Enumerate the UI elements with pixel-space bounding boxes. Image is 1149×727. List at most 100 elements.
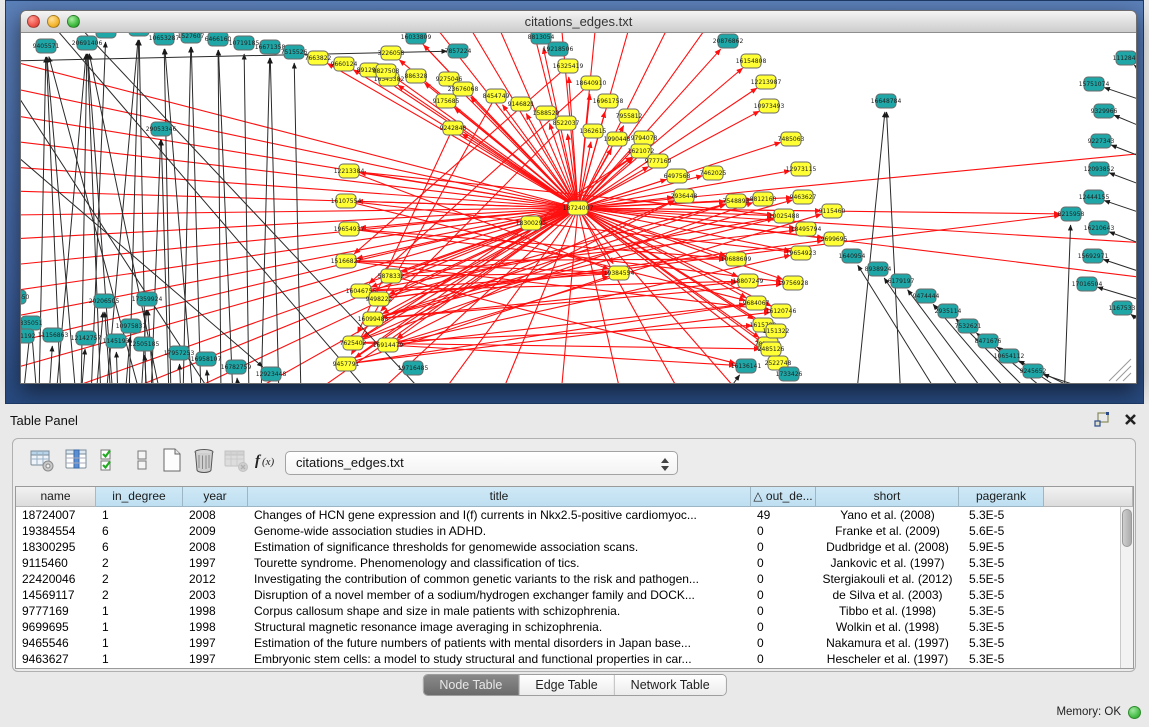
graph-node[interactable]: 12973115 [786,162,817,176]
graph-node[interactable]: 1527607 [178,33,205,43]
black-edge[interactable] [183,47,191,383]
black-edge[interactable] [1111,145,1136,159]
graph-node[interactable]: 9794078 [631,131,658,145]
graph-node[interactable]: 2520650 [21,290,30,304]
black-edge[interactable] [1114,115,1136,129]
trash-icon[interactable] [191,447,217,473]
graph-node[interactable]: 12505185 [129,337,160,351]
column-header-out_degree[interactable]: △ out_de... [751,487,816,507]
graph-node[interactable]: 7548893 [723,194,750,208]
column-header-year[interactable]: year [183,487,248,507]
graph-node[interactable]: 3226058 [378,46,405,60]
graph-node[interactable]: 9457791 [333,357,360,371]
graph-node[interactable]: 8215958 [1058,207,1085,221]
graph-node[interactable]: 9146821 [508,97,535,111]
graph-node[interactable]: 9227343 [1088,134,1115,148]
table-row[interactable]: 969969511998Structural magnetic resonanc… [16,619,1133,635]
graph-node[interactable]: 1112846 [1113,51,1136,65]
column-header-short[interactable]: short [816,487,959,507]
graph-node[interactable]: 6497568 [664,169,691,183]
graph-node[interactable]: 15751074 [1079,77,1110,91]
table-row[interactable]: 946554611997Estimation of the future num… [16,635,1133,651]
graph-node[interactable]: 9699695 [821,232,848,246]
table-row[interactable]: 2242004622012Investigating the contribut… [16,571,1133,587]
graph-node[interactable]: 9405571 [33,39,60,53]
graph-node[interactable]: 2485126 [758,342,785,356]
graph-node[interactable]: 2936448 [671,189,698,203]
graph-node[interactable]: 9329966 [1091,104,1118,118]
column-select-icon[interactable] [63,447,89,473]
black-edge[interactable] [244,54,249,383]
graph-node[interactable]: 6179197 [888,274,915,288]
red-edge[interactable] [21,191,578,208]
graph-node[interactable]: 1640954 [839,249,866,263]
network-window[interactable]: citations_edges.txt 18724007940557120691… [20,10,1137,384]
float-panel-icon[interactable] [1094,412,1110,427]
graph-node[interactable]: 18640910 [576,76,607,90]
black-edge[interactable] [1109,173,1136,187]
graph-node[interactable]: 7955812 [616,109,643,123]
graph-node[interactable]: 9242848 [440,121,467,135]
graph-node[interactable]: 16210643 [1084,221,1115,235]
black-edge[interactable] [49,346,52,383]
graph-node[interactable]: 9827508 [373,64,400,78]
graph-node[interactable]: 9777169 [645,154,672,168]
black-edge[interactable] [51,33,376,383]
black-edge[interactable] [1098,287,1136,302]
graph-node[interactable]: 12213384 [334,164,365,178]
red-edge[interactable] [353,343,760,349]
graph-node[interactable]: 7663822 [305,51,332,65]
graph-node[interactable]: 8522037 [553,116,580,130]
table-settings-icon[interactable] [29,447,55,473]
graph-node[interactable]: 12213987 [751,75,782,89]
tab-edge-table[interactable]: Edge Table [519,675,614,695]
table-row[interactable]: 911546021997Tourette syndrome. Phenomeno… [16,555,1133,571]
graph-node[interactable]: 886328 [405,69,428,83]
graph-node[interactable]: 16782759 [221,360,252,374]
select-rows-icon[interactable] [97,447,123,473]
graph-node[interactable]: 9245652 [1020,364,1047,378]
row-merge-icon[interactable] [129,447,155,473]
black-edge[interactable] [1109,232,1136,246]
graph-node[interactable]: 12093852 [1084,162,1115,176]
vertical-scrollbar[interactable] [1120,507,1133,668]
black-edge[interactable] [856,112,885,383]
graph-node[interactable]: 9474444 [913,289,940,303]
black-edge[interactable] [237,378,239,383]
graph-node[interactable]: 9861990 [93,33,120,38]
graph-node[interactable]: 8454749 [483,89,510,103]
graph-node[interactable]: 6466160 [205,33,232,46]
column-header-in_degree[interactable]: in_degree [96,487,183,507]
network-window-titlebar[interactable]: citations_edges.txt [21,11,1136,33]
graph-node[interactable]: 7515526 [281,45,308,59]
graph-node[interactable]: 12142757 [71,331,102,345]
graph-node[interactable]: 12444155 [1079,190,1110,204]
table-row[interactable]: 977716911998Corpus callosum shape and si… [16,603,1133,619]
table-row[interactable]: 1938455462009Genome-wide association stu… [16,523,1133,539]
black-edge[interactable] [116,352,118,383]
graph-node[interactable]: 19654937 [334,222,365,236]
graph-node[interactable]: 1588520 [533,106,560,120]
graph-node[interactable]: 16136141 [731,359,762,373]
black-edge[interactable] [1064,225,1071,383]
graph-node[interactable]: 2935114 [935,304,962,318]
black-edge[interactable] [165,49,193,383]
column-header-pagerank[interactable]: pagerank [959,487,1044,507]
column-header-name[interactable]: name [16,487,96,507]
black-edge[interactable] [270,58,279,383]
graph-node[interactable]: 19756928 [778,276,809,290]
table-row[interactable]: 1872400712008Changes of HCN gene express… [16,507,1133,523]
memory-status-indicator[interactable] [1128,706,1141,719]
red-edge[interactable] [561,208,578,383]
red-edge[interactable] [346,305,745,364]
graph-node[interactable]: 1362615 [580,124,607,138]
graph-node[interactable]: 16648784 [871,94,902,108]
black-edge[interactable] [164,49,171,383]
black-edge[interactable] [1134,65,1136,76]
graph-node[interactable]: 17359924 [132,292,163,306]
graph-node[interactable]: 8471676 [975,334,1002,348]
graph-node[interactable]: 7462025 [700,166,727,180]
black-edge[interactable] [179,364,181,383]
graph-node[interactable]: 9498222 [366,292,393,306]
graph-node[interactable]: 16107554 [331,194,362,208]
